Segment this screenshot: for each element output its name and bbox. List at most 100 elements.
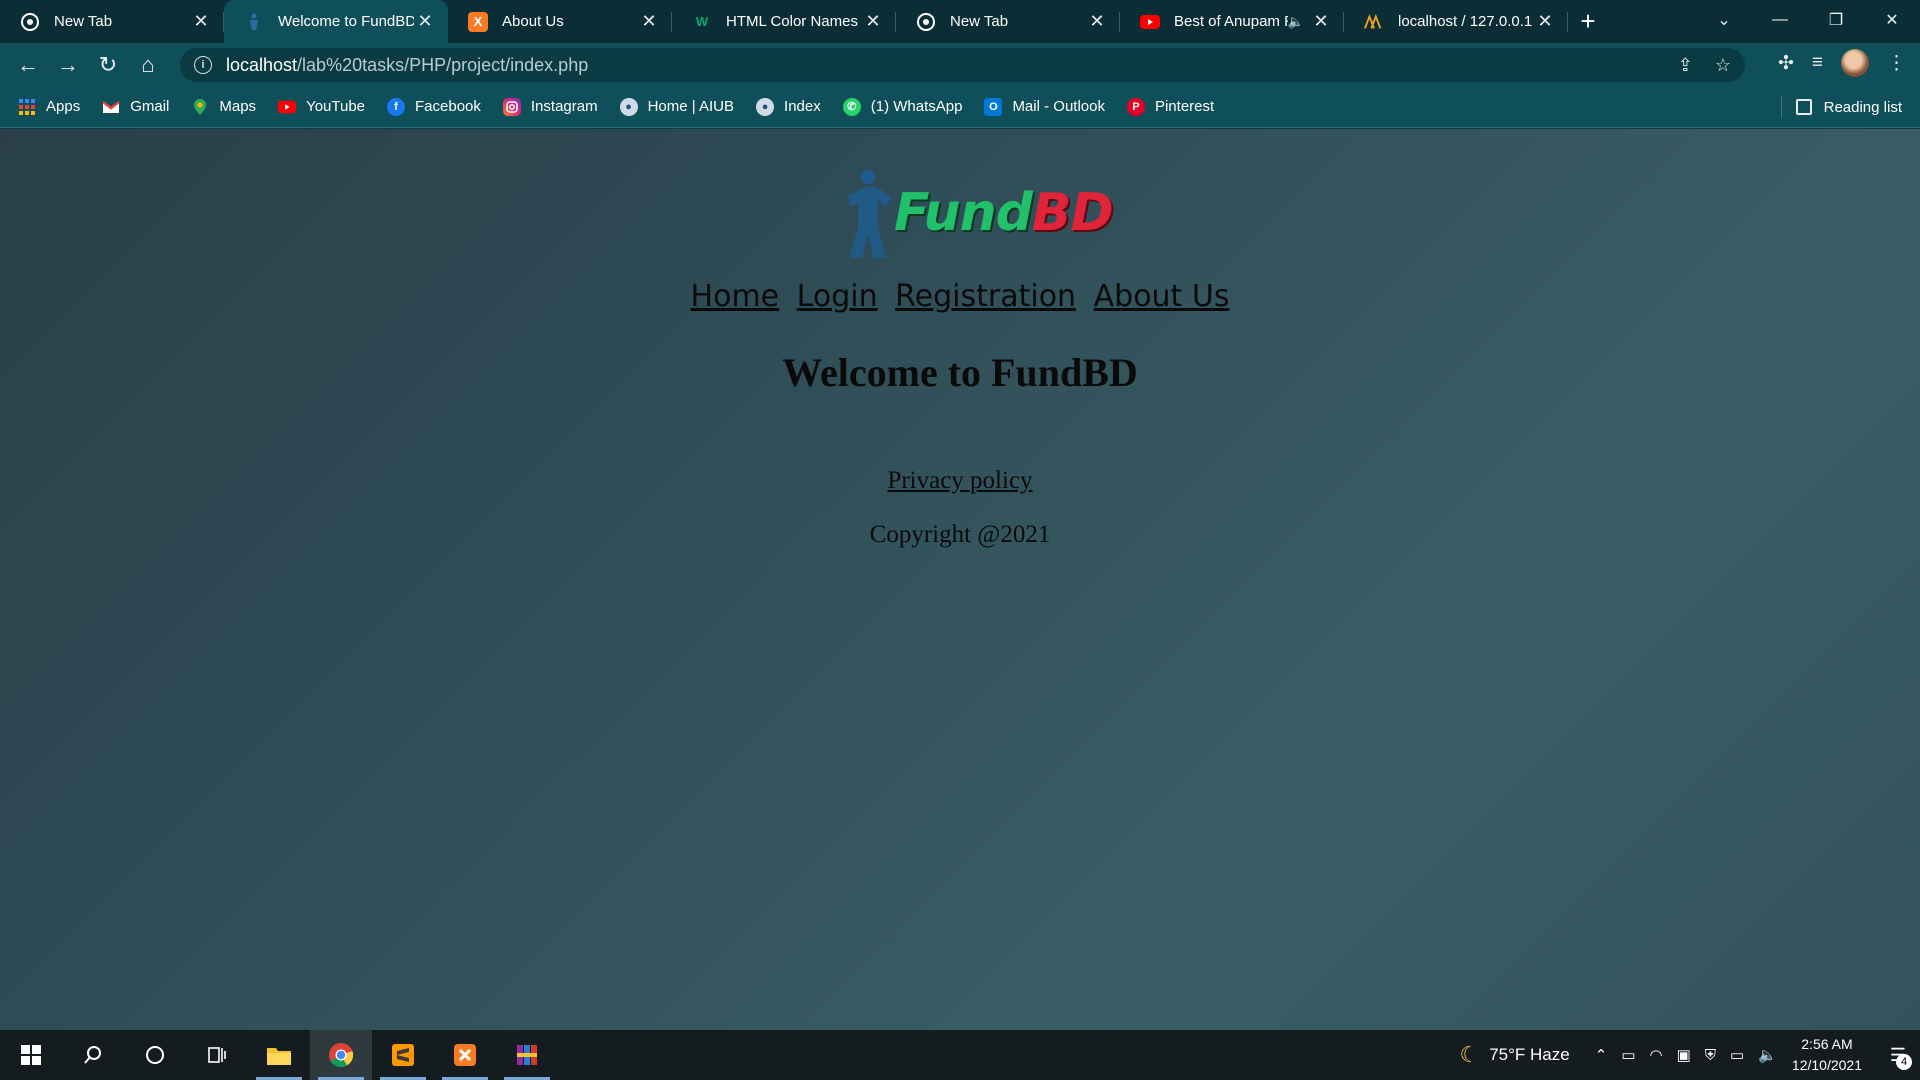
bookmark-instagram[interactable]: Instagram <box>502 97 598 116</box>
chevron-up-icon[interactable]: ⌃ <box>1595 1046 1608 1064</box>
windows-start-icon[interactable] <box>0 1030 62 1080</box>
bookmark-label: Gmail <box>130 98 170 115</box>
logo-fund-text: Fund <box>894 183 1033 243</box>
minimize-icon[interactable]: — <box>1752 0 1808 40</box>
media-control-icon[interactable]: ≡ <box>1812 52 1823 74</box>
whatsapp-icon: ✆ <box>842 97 861 116</box>
fundbd-logo: FundBD <box>838 167 1114 267</box>
bookmarks-bar: Apps Gmail Maps YouTube f Facebook Insta… <box>0 86 1920 128</box>
close-icon[interactable]: ✕ <box>190 11 212 33</box>
file-explorer-icon[interactable] <box>248 1030 310 1080</box>
reading-list-button[interactable]: Reading list <box>1780 86 1902 128</box>
close-icon[interactable]: ✕ <box>1534 11 1556 33</box>
xampp-taskbar-icon[interactable] <box>434 1030 496 1080</box>
site-info-icon[interactable]: i <box>194 56 212 74</box>
bookmark-maps[interactable]: Maps <box>191 98 256 116</box>
tab-html-color-names[interactable]: W HTML Color Names ✕ <box>672 0 896 43</box>
profile-avatar[interactable] <box>1841 49 1869 77</box>
reload-icon[interactable]: ↻ <box>88 47 128 83</box>
bookmark-label: Instagram <box>530 98 598 115</box>
tab-label: localhost / 127.0.0.1 / <box>1398 13 1534 30</box>
battery-icon[interactable]: ▭ <box>1730 1046 1744 1064</box>
back-icon[interactable]: ← <box>8 47 48 83</box>
tab-welcome-fundbd[interactable]: Welcome to FundBD ✕ <box>224 0 448 43</box>
security-shield-icon[interactable]: ⛨ <box>1705 1047 1716 1064</box>
bookmark-index[interactable]: ● Index <box>756 97 821 116</box>
tab-phpmyadmin[interactable]: localhost / 127.0.0.1 / ✕ <box>1344 0 1568 43</box>
close-icon[interactable]: ✕ <box>1086 11 1108 33</box>
restore-icon[interactable]: ❐ <box>1808 0 1864 40</box>
close-icon[interactable]: ✕ <box>414 11 436 33</box>
tab-label: Welcome to FundBD <box>278 13 414 30</box>
tab-about-us[interactable]: X About Us ✕ <box>448 0 672 43</box>
close-window-icon[interactable]: ✕ <box>1864 0 1920 40</box>
window-controls: ⌄ — ❐ ✕ <box>1696 0 1920 43</box>
menu-icon[interactable]: ⋮ <box>1887 52 1906 75</box>
tab-label: New Tab <box>54 13 113 30</box>
browser-toolbar: ← → ↻ ⌂ i localhost/lab%20tasks/PHP/proj… <box>0 43 1920 86</box>
speaker-icon[interactable]: 🔈 <box>1288 14 1304 30</box>
nav-about-us-link[interactable]: About Us <box>1094 279 1230 314</box>
tab-new-tab-2[interactable]: New Tab ✕ <box>896 0 1120 43</box>
gmail-icon <box>102 98 120 116</box>
bookmark-label: Home | AIUB <box>647 98 735 115</box>
notification-center-icon[interactable]: ☰ 4 <box>1876 1030 1920 1080</box>
close-icon[interactable]: ✕ <box>1310 11 1332 33</box>
url-host: localhost <box>226 54 298 75</box>
bookmark-pinterest[interactable]: P Pinterest <box>1126 97 1214 116</box>
winrar-icon[interactable] <box>496 1030 558 1080</box>
wifi-icon[interactable]: ◠ <box>1650 1046 1663 1064</box>
task-view-icon[interactable] <box>186 1030 248 1080</box>
extensions-icon[interactable]: ✣ <box>1778 52 1794 75</box>
apps-grid-icon <box>18 98 36 116</box>
bookmark-label: YouTube <box>306 98 366 115</box>
bookmark-label: Maps <box>219 98 257 115</box>
chrome-icon <box>916 12 936 32</box>
nav-registration-link[interactable]: Registration <box>895 279 1076 314</box>
weather-widget[interactable]: ☾ 75°F Haze <box>1459 1042 1569 1068</box>
bookmark-star-icon[interactable]: ☆ <box>1715 55 1731 76</box>
display-icon[interactable]: ▣ <box>1677 1046 1691 1064</box>
page-title: Welcome to FundBD <box>782 350 1138 395</box>
outlook-icon: O <box>984 97 1003 116</box>
forward-icon[interactable]: → <box>48 47 88 83</box>
bookmark-youtube[interactable]: YouTube <box>278 98 365 116</box>
tab-search-icon[interactable]: ⌄ <box>1696 0 1752 40</box>
nav-home-link[interactable]: Home <box>691 279 780 314</box>
logo-bd-text: BD <box>1031 183 1114 243</box>
reading-list-label: Reading list <box>1823 98 1902 116</box>
clock[interactable]: 2:56 AM 12/10/2021 <box>1792 1034 1862 1076</box>
facebook-icon: f <box>387 97 406 116</box>
bookmark-apps[interactable]: Apps <box>18 98 80 116</box>
meet-now-icon[interactable]: ▭ <box>1621 1046 1635 1064</box>
share-icon[interactable]: ⇪ <box>1678 55 1693 76</box>
volume-icon[interactable]: 🔈 <box>1758 1046 1777 1064</box>
bookmark-label: Index <box>784 98 821 115</box>
chrome-taskbar-icon[interactable] <box>310 1030 372 1080</box>
tab-label: HTML Color Names <box>726 13 858 30</box>
cortana-icon[interactable] <box>124 1030 186 1080</box>
tab-new-tab-1[interactable]: New Tab ✕ <box>0 0 224 43</box>
close-icon[interactable]: ✕ <box>638 11 660 33</box>
privacy-policy-link[interactable]: Privacy policy <box>887 467 1032 494</box>
home-icon[interactable]: ⌂ <box>128 47 168 83</box>
bookmark-whatsapp[interactable]: ✆ (1) WhatsApp <box>842 97 962 116</box>
tab-youtube[interactable]: Best of Anupam R 🔈 ✕ <box>1120 0 1344 43</box>
bookmark-facebook[interactable]: f Facebook <box>387 97 481 116</box>
bookmark-gmail[interactable]: Gmail <box>102 98 169 116</box>
close-icon[interactable]: ✕ <box>862 11 884 33</box>
new-tab-button[interactable]: + <box>1568 0 1608 43</box>
sublime-text-icon[interactable] <box>372 1030 434 1080</box>
windows-taskbar: ☾ 75°F Haze ⌃ ▭ ◠ ▣ ⛨ ▭ 🔈 2:56 AM 12/10/… <box>0 1030 1920 1080</box>
fundbd-favicon <box>244 12 264 32</box>
search-icon[interactable] <box>62 1030 124 1080</box>
chrome-icon <box>20 12 40 32</box>
bookmark-home-aiub[interactable]: ● Home | AIUB <box>619 97 735 116</box>
w3schools-icon: W <box>695 14 709 29</box>
bookmark-outlook[interactable]: O Mail - Outlook <box>984 97 1105 116</box>
pinterest-icon: P <box>1126 97 1145 116</box>
nav-login-link[interactable]: Login <box>797 279 878 314</box>
aiub-icon: ● <box>756 97 775 116</box>
youtube-icon <box>1140 12 1160 32</box>
address-bar[interactable]: i localhost/lab%20tasks/PHP/project/inde… <box>180 48 1745 82</box>
